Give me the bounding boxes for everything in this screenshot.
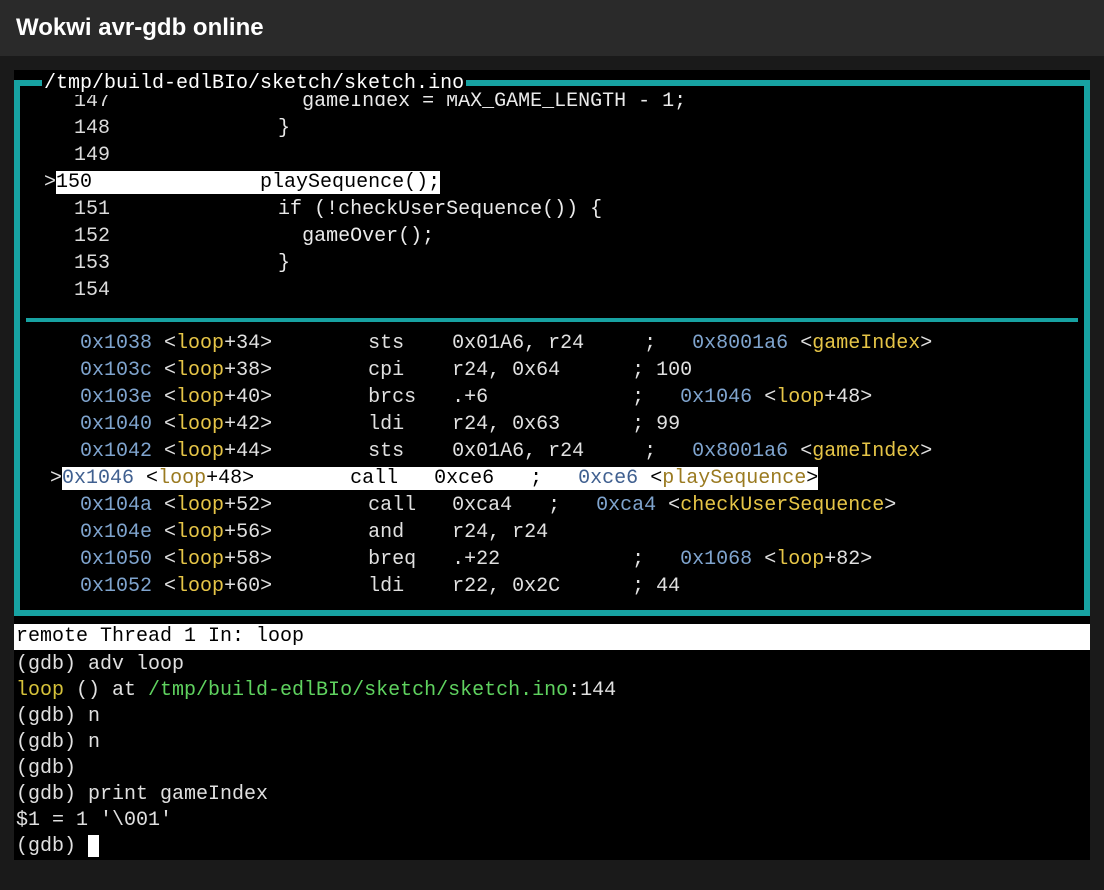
source-line-current[interactable]: >150 playSequence(); [20,169,1084,196]
console-line[interactable]: $1 = 1 '\001' [16,808,1088,834]
asm-line[interactable]: 0x104a <loop+52> call 0xca4 ; 0xca4 <che… [26,492,1078,519]
asm-line[interactable]: 0x1050 <loop+58> breq .+22 ; 0x1068 <loo… [26,546,1078,573]
source-frame-border: /tmp/build-edlBIo/sketch/sketch.ino 147 … [14,80,1090,616]
source-line[interactable]: 153 } [20,250,1084,277]
source-lines[interactable]: 147 gameIndex = MAX_GAME_LENGTH - 1; 148… [20,86,1084,314]
console-line[interactable]: (gdb) [16,834,1088,860]
console-line[interactable]: loop () at /tmp/build-edlBIo/sketch/sket… [16,678,1088,704]
source-frame: /tmp/build-edlBIo/sketch/sketch.ino 147 … [14,70,1090,616]
asm-line[interactable]: 0x103e <loop+40> brcs .+6 ; 0x1046 <loop… [26,384,1078,411]
gdb-console[interactable]: (gdb) adv looploop () at /tmp/build-edlB… [14,650,1090,860]
asm-frame: 0x1038 <loop+34> sts 0x01A6, r24 ; 0x800… [26,318,1078,610]
console-line[interactable]: (gdb) print gameIndex [16,782,1088,808]
current-asm-marker: > [50,467,62,490]
source-file-path: /tmp/build-edlBIo/sketch/sketch.ino [42,72,466,95]
asm-line[interactable]: 0x1040 <loop+42> ldi r24, 0x63 ; 99 [26,411,1078,438]
console-line[interactable]: (gdb) n [16,730,1088,756]
source-line[interactable]: 151 if (!checkUserSequence()) { [20,196,1084,223]
source-line[interactable]: 148 } [20,115,1084,142]
asm-line-current[interactable]: >0x1046 <loop+48> call 0xce6 ; 0xce6 <pl… [26,465,1078,492]
asm-lines[interactable]: 0x1038 <loop+34> sts 0x01A6, r24 ; 0x800… [26,322,1078,610]
console-line[interactable]: (gdb) [16,756,1088,782]
source-line[interactable]: 152 gameOver(); [20,223,1084,250]
page-header: Wokwi avr-gdb online [0,0,1104,56]
current-line-marker: > [20,169,56,196]
debugger-main: /tmp/build-edlBIo/sketch/sketch.ino 147 … [14,70,1090,860]
status-text: remote Thread 1 In: loop [16,625,304,648]
asm-line[interactable]: 0x104e <loop+56> and r24, r24 [26,519,1078,546]
source-line[interactable]: 149 [20,142,1084,169]
status-bar: remote Thread 1 In: loop [14,624,1090,650]
asm-line[interactable]: 0x1042 <loop+44> sts 0x01A6, r24 ; 0x800… [26,438,1078,465]
console-line[interactable]: (gdb) adv loop [16,652,1088,678]
cursor-icon [88,835,99,857]
asm-line[interactable]: 0x1052 <loop+60> ldi r22, 0x2C ; 44 [26,573,1078,600]
asm-line[interactable]: 0x103c <loop+38> cpi r24, 0x64 ; 100 [26,357,1078,384]
console-line[interactable]: (gdb) n [16,704,1088,730]
source-line[interactable]: 154 [20,277,1084,304]
page-title: Wokwi avr-gdb online [16,14,264,41]
asm-line[interactable]: 0x1038 <loop+34> sts 0x01A6, r24 ; 0x800… [26,330,1078,357]
